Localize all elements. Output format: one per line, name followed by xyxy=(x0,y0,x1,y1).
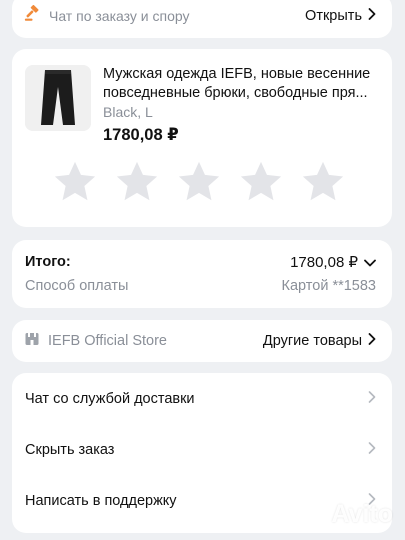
total-amount: 1780,08 ₽ xyxy=(290,254,358,271)
total-row[interactable]: Итого: 1780,08 ₽ xyxy=(25,240,376,274)
contact-support-label: Написать в поддержку xyxy=(25,493,177,509)
gavel-icon xyxy=(24,4,41,27)
payment-method-label: Способ оплаты xyxy=(25,278,129,294)
product-variant: Black, L xyxy=(103,104,153,120)
chevron-right-icon xyxy=(368,442,376,458)
chevron-right-icon xyxy=(368,333,376,349)
star-icon-4[interactable] xyxy=(238,159,284,205)
store-info: IEFB Official Store xyxy=(25,332,167,351)
order-dispute-chat-row[interactable]: Чат по заказу и спору Открыть xyxy=(12,0,392,38)
star-icon-2[interactable] xyxy=(114,159,160,205)
store-name: IEFB Official Store xyxy=(48,333,167,349)
total-amount-toggle[interactable]: 1780,08 ₽ xyxy=(290,253,376,271)
order-dispute-chat-label: Чат по заказу и спору xyxy=(49,8,190,24)
rating-stars xyxy=(52,159,346,205)
store-icon xyxy=(25,332,39,351)
avito-watermark: Avito xyxy=(297,499,393,530)
store-row[interactable]: IEFB Official Store Другие товары xyxy=(12,320,392,362)
chevron-right-icon xyxy=(368,8,376,24)
product-price: 1780,08 ₽ xyxy=(103,126,179,144)
chevron-right-icon xyxy=(368,391,376,407)
star-icon-1[interactable] xyxy=(52,159,98,205)
other-products-label: Другие товары xyxy=(262,333,362,349)
order-total-card: Итого: 1780,08 ₽ Способ оплаты Картой **… xyxy=(12,240,392,308)
product-image[interactable] xyxy=(25,65,91,131)
total-label: Итого: xyxy=(25,254,71,270)
payment-method-value: Картой **1583 xyxy=(281,278,376,294)
hide-order-label: Скрыть заказ xyxy=(25,442,115,458)
avito-logo-icon xyxy=(297,499,327,530)
product-title-line-1: Мужская одежда IEFB, новые весенние xyxy=(103,66,371,82)
payment-method-row: Способ оплаты Картой **1583 xyxy=(25,274,376,298)
open-chat-button[interactable]: Открыть xyxy=(305,8,376,24)
avito-watermark-text: Avito xyxy=(331,500,393,528)
product-card: Мужская одежда IEFB, новые весенние повс… xyxy=(12,49,392,227)
product-title-line-2: повседневные брюки, свободные пря... xyxy=(103,85,368,101)
order-details-screen: Чат по заказу и спору Открыть Мужская од… xyxy=(0,0,405,540)
delivery-chat-item[interactable]: Чат со службой доставки xyxy=(25,388,376,410)
delivery-chat-label: Чат со службой доставки xyxy=(25,391,195,407)
other-products-button[interactable]: Другие товары xyxy=(263,333,376,349)
order-dispute-chat-label-group: Чат по заказу и спору xyxy=(24,4,190,27)
hide-order-item[interactable]: Скрыть заказ xyxy=(25,439,376,461)
open-chat-label: Открыть xyxy=(305,8,362,24)
star-icon-3[interactable] xyxy=(176,159,222,205)
chevron-down-icon xyxy=(364,254,376,271)
star-icon-5[interactable] xyxy=(300,159,346,205)
product-title[interactable]: Мужская одежда IEFB, новые весенние повс… xyxy=(103,65,383,103)
